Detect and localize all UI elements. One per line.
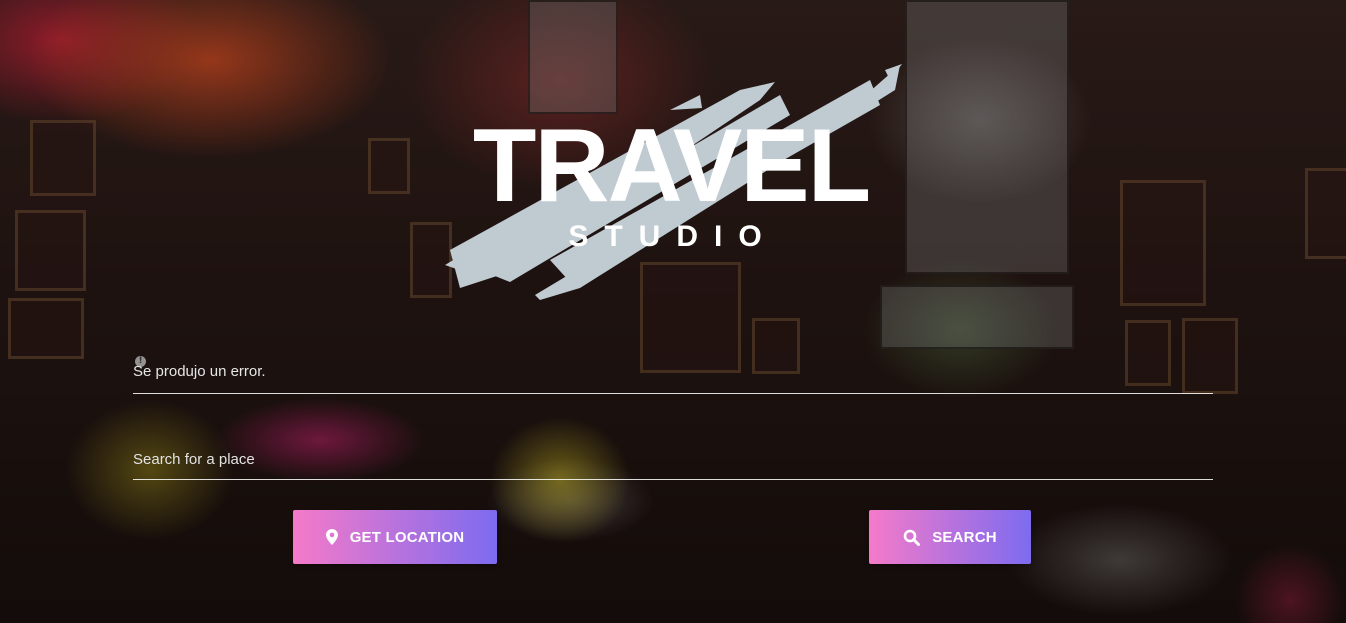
logo-title: TRAVEL [472,108,871,224]
travel-studio-logo: TRAVEL STUDIO [440,60,910,300]
get-location-label: GET LOCATION [349,528,465,546]
search-input[interactable] [133,444,1213,474]
search-label: SEARCH [932,528,997,546]
get-location-button[interactable]: GET LOCATION [293,510,497,564]
page: TRAVEL STUDIO ! Se produjo un error. GET… [0,0,1346,623]
location-error-field: ! Se produjo un error. [133,355,1213,394]
search-icon [903,529,921,546]
search-field [133,444,1213,480]
logo-subtitle: STUDIO [568,220,778,253]
error-message: Se produjo un error. [133,363,266,380]
search-button[interactable]: SEARCH [869,510,1031,564]
map-marker-icon [325,529,338,545]
